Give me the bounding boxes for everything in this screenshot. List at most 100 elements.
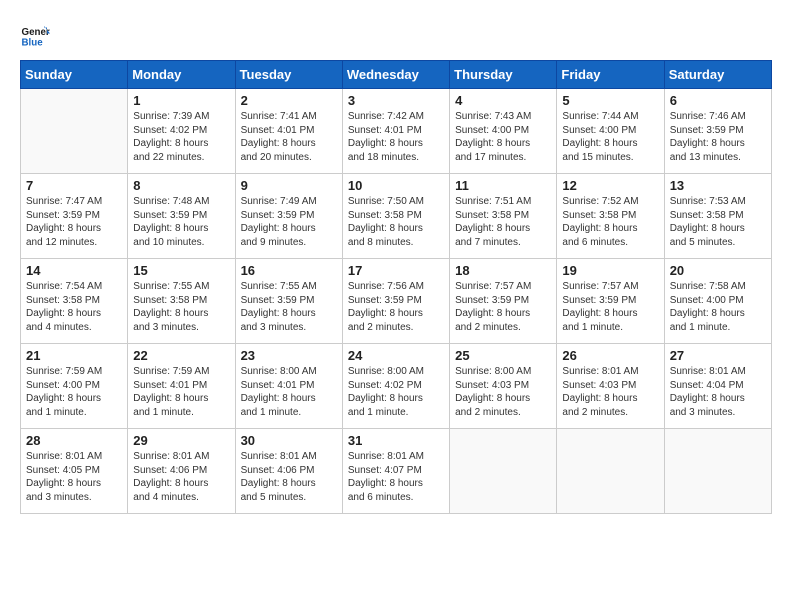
day-number: 23 — [241, 348, 337, 363]
day-number: 17 — [348, 263, 444, 278]
calendar-week-5: 28Sunrise: 8:01 AMSunset: 4:05 PMDayligh… — [21, 429, 772, 514]
calendar-cell: 13 Sunrise: 7:53 AMSunset: 3:58 PMDayligh… — [664, 174, 771, 259]
day-number: 12 — [562, 178, 658, 193]
calendar-cell: 30 Sunrise: 8:01 AMSunset: 4:06 PMDayligh… — [235, 429, 342, 514]
calendar-cell: 14 Sunrise: 7:54 AMSunset: 3:58 PMDayligh… — [21, 259, 128, 344]
day-info: Sunrise: 8:01 AMSunset: 4:06 PMDaylight:… — [133, 450, 229, 504]
calendar-cell: 4 Sunrise: 7:43 AMSunset: 4:00 PMDaylight… — [450, 89, 557, 174]
day-number: 11 — [455, 178, 551, 193]
day-number: 8 — [133, 178, 229, 193]
day-number: 22 — [133, 348, 229, 363]
day-header-tuesday: Tuesday — [235, 61, 342, 89]
day-info: Sunrise: 7:59 AMSunset: 4:01 PMDaylight:… — [133, 365, 229, 419]
day-number: 29 — [133, 433, 229, 448]
calendar-cell: 25 Sunrise: 8:00 AMSunset: 4:03 PMDayligh… — [450, 344, 557, 429]
day-info: Sunrise: 8:01 AMSunset: 4:04 PMDaylight:… — [670, 365, 766, 419]
day-info: Sunrise: 8:00 AMSunset: 4:03 PMDaylight:… — [455, 365, 551, 419]
day-number: 25 — [455, 348, 551, 363]
day-number: 7 — [26, 178, 122, 193]
svg-text:General: General — [22, 27, 51, 38]
day-header-monday: Monday — [128, 61, 235, 89]
day-number: 6 — [670, 93, 766, 108]
calendar-cell — [450, 429, 557, 514]
day-header-saturday: Saturday — [664, 61, 771, 89]
day-number: 19 — [562, 263, 658, 278]
calendar-cell: 21 Sunrise: 7:59 AMSunset: 4:00 PMDayligh… — [21, 344, 128, 429]
calendar-cell: 6 Sunrise: 7:46 AMSunset: 3:59 PMDaylight… — [664, 89, 771, 174]
day-info: Sunrise: 8:01 AMSunset: 4:06 PMDaylight:… — [241, 450, 337, 504]
day-info: Sunrise: 8:00 AMSunset: 4:02 PMDaylight:… — [348, 365, 444, 419]
day-info: Sunrise: 8:01 AMSunset: 4:05 PMDaylight:… — [26, 450, 122, 504]
calendar-cell: 19 Sunrise: 7:57 AMSunset: 3:59 PMDayligh… — [557, 259, 664, 344]
calendar-week-1: 1 Sunrise: 7:39 AMSunset: 4:02 PMDaylight… — [21, 89, 772, 174]
day-header-sunday: Sunday — [21, 61, 128, 89]
day-number: 10 — [348, 178, 444, 193]
day-number: 18 — [455, 263, 551, 278]
calendar-cell — [21, 89, 128, 174]
days-header-row: SundayMondayTuesdayWednesdayThursdayFrid… — [21, 61, 772, 89]
day-number: 13 — [670, 178, 766, 193]
day-number: 1 — [133, 93, 229, 108]
calendar-cell: 22 Sunrise: 7:59 AMSunset: 4:01 PMDayligh… — [128, 344, 235, 429]
calendar-cell — [557, 429, 664, 514]
calendar-cell: 5 Sunrise: 7:44 AMSunset: 4:00 PMDaylight… — [557, 89, 664, 174]
day-info: Sunrise: 7:55 AMSunset: 3:58 PMDaylight:… — [133, 280, 229, 334]
calendar-cell: 28Sunrise: 8:01 AMSunset: 4:05 PMDayligh… — [21, 429, 128, 514]
day-info: Sunrise: 7:50 AMSunset: 3:58 PMDaylight:… — [348, 195, 444, 249]
logo-icon: General Blue — [20, 20, 50, 50]
day-info: Sunrise: 7:48 AMSunset: 3:59 PMDaylight:… — [133, 195, 229, 249]
day-number: 4 — [455, 93, 551, 108]
calendar-cell — [664, 429, 771, 514]
day-number: 30 — [241, 433, 337, 448]
day-info: Sunrise: 7:57 AMSunset: 3:59 PMDaylight:… — [562, 280, 658, 334]
logo: General Blue — [20, 20, 54, 50]
day-info: Sunrise: 7:51 AMSunset: 3:58 PMDaylight:… — [455, 195, 551, 249]
day-info: Sunrise: 7:39 AMSunset: 4:02 PMDaylight:… — [133, 110, 229, 164]
day-info: Sunrise: 7:53 AMSunset: 3:58 PMDaylight:… — [670, 195, 766, 249]
calendar-week-2: 7 Sunrise: 7:47 AMSunset: 3:59 PMDaylight… — [21, 174, 772, 259]
day-number: 2 — [241, 93, 337, 108]
calendar-cell: 24Sunrise: 8:00 AMSunset: 4:02 PMDayligh… — [342, 344, 449, 429]
svg-text:Blue: Blue — [22, 38, 44, 49]
day-info: Sunrise: 7:41 AMSunset: 4:01 PMDaylight:… — [241, 110, 337, 164]
day-info: Sunrise: 8:00 AMSunset: 4:01 PMDaylight:… — [241, 365, 337, 419]
calendar-cell: 12 Sunrise: 7:52 AMSunset: 3:58 PMDayligh… — [557, 174, 664, 259]
day-number: 3 — [348, 93, 444, 108]
calendar-cell: 1 Sunrise: 7:39 AMSunset: 4:02 PMDaylight… — [128, 89, 235, 174]
calendar-cell: 10 Sunrise: 7:50 AMSunset: 3:58 PMDayligh… — [342, 174, 449, 259]
calendar-cell: 16 Sunrise: 7:55 AMSunset: 3:59 PMDayligh… — [235, 259, 342, 344]
day-number: 31 — [348, 433, 444, 448]
day-header-thursday: Thursday — [450, 61, 557, 89]
day-number: 21 — [26, 348, 122, 363]
day-number: 14 — [26, 263, 122, 278]
day-number: 16 — [241, 263, 337, 278]
day-info: Sunrise: 7:59 AMSunset: 4:00 PMDaylight:… — [26, 365, 122, 419]
calendar-cell: 15 Sunrise: 7:55 AMSunset: 3:58 PMDayligh… — [128, 259, 235, 344]
calendar-cell: 9Sunrise: 7:49 AMSunset: 3:59 PMDaylight… — [235, 174, 342, 259]
day-number: 5 — [562, 93, 658, 108]
calendar-cell: 31 Sunrise: 8:01 AMSunset: 4:07 PMDayligh… — [342, 429, 449, 514]
day-number: 26 — [562, 348, 658, 363]
day-info: Sunrise: 7:52 AMSunset: 3:58 PMDaylight:… — [562, 195, 658, 249]
day-info: Sunrise: 8:01 AMSunset: 4:03 PMDaylight:… — [562, 365, 658, 419]
calendar-cell: 3Sunrise: 7:42 AMSunset: 4:01 PMDaylight… — [342, 89, 449, 174]
day-number: 27 — [670, 348, 766, 363]
calendar-cell: 27 Sunrise: 8:01 AMSunset: 4:04 PMDayligh… — [664, 344, 771, 429]
calendar-cell: 7 Sunrise: 7:47 AMSunset: 3:59 PMDaylight… — [21, 174, 128, 259]
day-info: Sunrise: 7:58 AMSunset: 4:00 PMDaylight:… — [670, 280, 766, 334]
day-number: 20 — [670, 263, 766, 278]
calendar-cell: 17Sunrise: 7:56 AMSunset: 3:59 PMDayligh… — [342, 259, 449, 344]
day-info: Sunrise: 7:43 AMSunset: 4:00 PMDaylight:… — [455, 110, 551, 164]
calendar-header: SundayMondayTuesdayWednesdayThursdayFrid… — [21, 61, 772, 89]
day-info: Sunrise: 8:01 AMSunset: 4:07 PMDaylight:… — [348, 450, 444, 504]
day-info: Sunrise: 7:46 AMSunset: 3:59 PMDaylight:… — [670, 110, 766, 164]
day-info: Sunrise: 7:47 AMSunset: 3:59 PMDaylight:… — [26, 195, 122, 249]
calendar-body: 1 Sunrise: 7:39 AMSunset: 4:02 PMDaylight… — [21, 89, 772, 514]
calendar-cell: 2 Sunrise: 7:41 AMSunset: 4:01 PMDaylight… — [235, 89, 342, 174]
day-header-friday: Friday — [557, 61, 664, 89]
header: General Blue — [20, 20, 772, 50]
day-info: Sunrise: 7:55 AMSunset: 3:59 PMDaylight:… — [241, 280, 337, 334]
day-number: 15 — [133, 263, 229, 278]
day-info: Sunrise: 7:54 AMSunset: 3:58 PMDaylight:… — [26, 280, 122, 334]
day-info: Sunrise: 7:44 AMSunset: 4:00 PMDaylight:… — [562, 110, 658, 164]
